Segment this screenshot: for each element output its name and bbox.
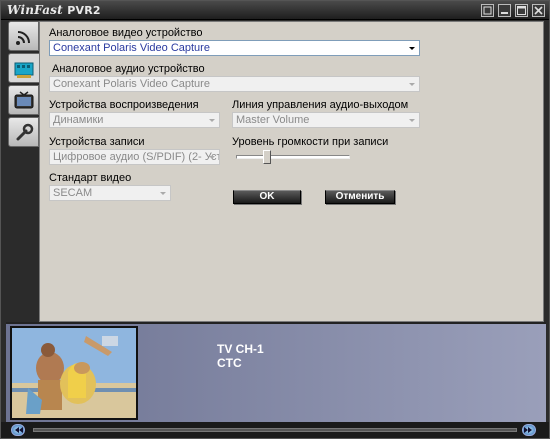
station-name: CTC [217,356,242,370]
wrench-icon [16,123,34,141]
video-frame-image [12,328,136,418]
output-line-label: Линия управления аудио-выходом [232,99,409,111]
channel-number: TV CH-1 [217,342,264,356]
playback-device-label: Устройства воспроизведения [49,99,199,111]
chevron-down-icon [206,151,218,163]
record-device-value: Цифровое аудио (S/PDIF) (2- Уст [53,151,220,163]
video-device-value: Conexant Polaris Video Capture [53,42,210,54]
cancel-button[interactable]: Отменить [325,190,395,204]
title-bar[interactable]: WinFast PVR2 [1,1,549,20]
rewind-button[interactable] [11,424,25,436]
audio-device-label: Аналоговое аудио устройство [52,63,205,75]
playback-device-value: Динамики [53,114,104,126]
tab-tv[interactable] [8,85,39,115]
signal-icon [16,31,30,45]
record-volume-label: Уровень громкости при записи [232,136,389,148]
video-preview[interactable] [10,326,138,420]
close-button[interactable] [532,4,545,17]
tab-capture-card[interactable] [8,53,41,83]
preview-area: TV CH-1 CTC [6,322,546,422]
playback-bar [1,422,549,438]
video-device-select[interactable]: Conexant Polaris Video Capture [49,40,420,56]
app-title: WinFast PVR2 [7,3,101,17]
settings-tab-bar [6,21,41,321]
app-window: WinFast PVR2 Аналоговое видео устройство… [0,0,550,439]
channel-info: TV CH-1 CTC [217,342,264,370]
close-icon [534,6,543,15]
chevron-down-icon [157,187,169,199]
minimize-button[interactable] [498,4,511,17]
video-standard-select[interactable]: SECAM [49,185,171,201]
app-version: PVR2 [67,4,101,17]
capture-card-icon [14,62,34,78]
app-name: WinFast [7,3,63,17]
device-settings-panel: Аналоговое видео устройство Conexant Pol… [39,21,544,322]
output-line-value: Master Volume [236,114,310,126]
video-standard-value: SECAM [53,187,93,199]
audio-device-value: Conexant Polaris Video Capture [53,78,210,90]
record-device-label: Устройства записи [49,136,145,148]
chevron-down-icon [206,114,218,126]
minimize-icon [501,12,508,14]
record-device-select[interactable]: Цифровое аудио (S/PDIF) (2- Уст [49,149,220,165]
rewind-icon [15,427,23,433]
tv-icon [14,91,34,109]
chevron-down-icon [406,42,418,54]
fast-forward-button[interactable] [522,424,536,436]
record-volume-slider[interactable] [236,150,350,164]
tab-tools[interactable] [8,117,39,147]
chevron-down-icon [406,114,418,126]
playback-device-select[interactable]: Динамики [49,112,220,128]
restore-button[interactable] [481,4,494,17]
maximize-icon [517,6,526,15]
slider-thumb[interactable] [263,150,271,164]
video-standard-label: Стандарт видео [49,172,132,184]
fast-forward-icon [524,427,532,433]
restore-icon [483,6,492,15]
seek-track[interactable] [33,428,517,432]
video-device-label: Аналоговое видео устройство [49,27,203,39]
output-line-select[interactable]: Master Volume [232,112,420,128]
tab-signal[interactable] [8,21,39,51]
chevron-down-icon [406,78,418,90]
audio-device-select[interactable]: Conexant Polaris Video Capture [49,76,420,92]
slider-track [236,155,350,159]
ok-button[interactable]: OK [233,190,301,204]
maximize-button[interactable] [515,4,528,17]
